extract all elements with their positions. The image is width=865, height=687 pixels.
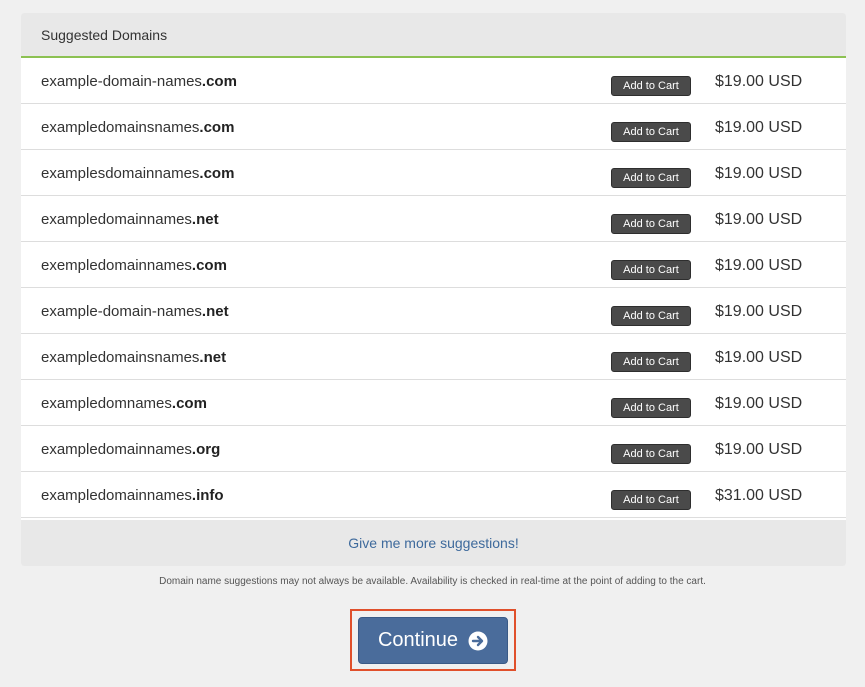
list-item: exampledomainnames.info Add to Cart $31.… xyxy=(21,472,846,518)
price: $19.00 USD xyxy=(715,441,803,458)
availability-note: Domain name suggestions may not always b… xyxy=(159,576,706,587)
add-to-cart-button[interactable]: Add to Cart xyxy=(611,490,691,510)
list-item: exampledomainsnames.com Add to Cart $19.… xyxy=(21,104,846,150)
domain-name: exampledomainnames.info xyxy=(41,487,224,504)
price: $19.00 USD xyxy=(715,395,803,412)
domain-tld: .org xyxy=(191,441,221,458)
domain-name: example-domain-names.com xyxy=(41,73,237,90)
domain-base: exampledomainnames xyxy=(41,441,192,458)
domain-tld: .com xyxy=(199,119,235,136)
list-item: examplesdomainnames.com Add to Cart $19.… xyxy=(21,150,846,196)
domain-tld: .com xyxy=(201,73,237,90)
domain-name: exampledomainsnames.net xyxy=(41,349,226,366)
domain-name: exampledomainnames.org xyxy=(41,441,220,458)
panel-title: Suggested Domains xyxy=(21,13,846,58)
domain-tld: .com xyxy=(171,395,207,412)
suggested-domains-panel: Suggested Domains example-domain-names.c… xyxy=(21,13,846,566)
add-to-cart-button[interactable]: Add to Cart xyxy=(611,444,691,464)
domain-base: exampledomnames xyxy=(41,395,172,412)
price: $19.00 USD xyxy=(715,303,803,320)
more-suggestions-link[interactable]: Give me more suggestions! xyxy=(348,535,518,551)
list-item: exampledomainnames.org Add to Cart $19.0… xyxy=(21,426,846,472)
list-item: example-domain-names.com Add to Cart $19… xyxy=(21,58,846,104)
domain-base: exampledomainsnames xyxy=(41,349,200,366)
add-to-cart-button[interactable]: Add to Cart xyxy=(611,76,691,96)
price: $19.00 USD xyxy=(715,349,803,366)
list-item: example-domain-names.net Add to Cart $19… xyxy=(21,288,846,334)
add-to-cart-button[interactable]: Add to Cart xyxy=(611,352,691,372)
continue-label: Continue xyxy=(377,629,459,651)
domain-name: exampledomainnames.net xyxy=(41,211,219,228)
price: $19.00 USD xyxy=(715,257,803,274)
domain-tld: .net xyxy=(201,303,229,320)
domain-base: examplesdomainnames xyxy=(41,165,200,182)
domain-tld: .info xyxy=(191,487,224,504)
domain-name: exampledomainsnames.com xyxy=(41,119,234,136)
domain-base: exampledomainsnames xyxy=(41,119,200,136)
domain-base: example-domain-names xyxy=(41,73,202,90)
more-suggestions-bar: Give me more suggestions! xyxy=(21,520,846,566)
list-item: exampledomnames.com Add to Cart $19.00 U… xyxy=(21,380,846,426)
price: $19.00 USD xyxy=(715,211,803,228)
add-to-cart-button[interactable]: Add to Cart xyxy=(611,214,691,234)
add-to-cart-button[interactable]: Add to Cart xyxy=(611,260,691,280)
domain-name: exampledomnames.com xyxy=(41,395,207,412)
domain-tld: .net xyxy=(191,211,219,228)
domain-base: exampledomainnames xyxy=(41,487,192,504)
list-item: exampledomainsnames.net Add to Cart $19.… xyxy=(21,334,846,380)
domain-tld: .net xyxy=(199,349,227,366)
add-to-cart-button[interactable]: Add to Cart xyxy=(611,122,691,142)
arrow-circle-right-icon xyxy=(468,631,488,651)
price: $31.00 USD xyxy=(715,487,803,504)
list-item: exempledomainnames.com Add to Cart $19.0… xyxy=(21,242,846,288)
domain-base: example-domain-names xyxy=(41,303,202,320)
domain-name: exempledomainnames.com xyxy=(41,257,227,274)
domain-base: exempledomainnames xyxy=(41,257,192,274)
suggestions-list: example-domain-names.com Add to Cart $19… xyxy=(21,58,846,518)
domain-name: example-domain-names.net xyxy=(41,303,229,320)
price: $19.00 USD xyxy=(715,119,803,136)
add-to-cart-button[interactable]: Add to Cart xyxy=(611,168,691,188)
list-item: exampledomainnames.net Add to Cart $19.0… xyxy=(21,196,846,242)
add-to-cart-button[interactable]: Add to Cart xyxy=(611,306,691,326)
domain-base: exampledomainnames xyxy=(41,211,192,228)
domain-tld: .com xyxy=(199,165,235,182)
continue-button[interactable]: Continue xyxy=(358,617,508,664)
domain-name: examplesdomainnames.com xyxy=(41,165,234,182)
price: $19.00 USD xyxy=(715,165,803,182)
domain-tld: .com xyxy=(191,257,227,274)
add-to-cart-button[interactable]: Add to Cart xyxy=(611,398,691,418)
price: $19.00 USD xyxy=(715,73,803,90)
